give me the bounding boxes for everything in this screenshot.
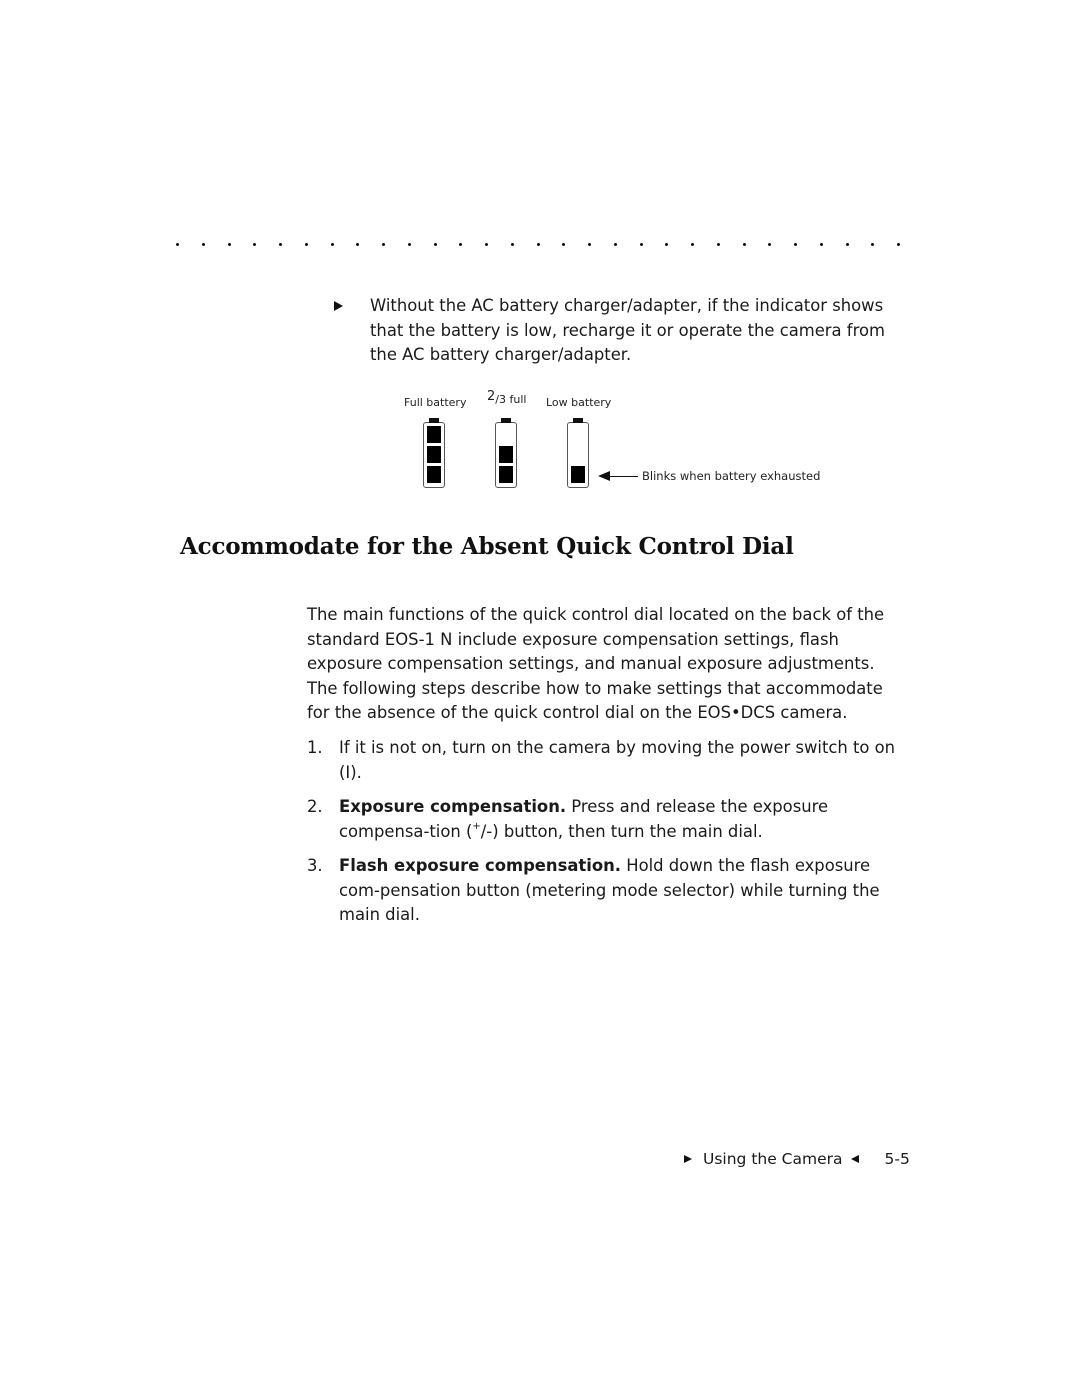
page-footer: Using the Camera 5-5 [684,1150,910,1168]
page-number: 5-5 [884,1150,910,1168]
bullet-note-text: Without the AC battery charger/adapter, … [370,296,885,364]
separator-dot [201,242,205,246]
dotted-separator [176,236,900,252]
step-item: 1. If it is not on, turn on the camera b… [307,738,896,782]
label-two-thirds-full: 2/3 full [487,389,527,406]
left-arrow-icon [598,470,638,482]
separator-dot [871,242,875,246]
separator-dot [639,242,643,246]
battery-segment [427,466,441,483]
separator-dot [356,242,360,246]
separator-dot [665,242,669,246]
battery-segment [499,466,513,483]
separator-dot [279,242,282,246]
separator-dot [742,242,746,246]
step-item: 2. Exposure compensation. Press and rele… [307,797,829,841]
step-heading: Flash exposure compensation. [339,856,622,875]
step-item: 3. Flash exposure compensation. Hold dow… [307,856,880,924]
separator-dot [536,242,540,246]
separator-dot [588,242,591,246]
battery-segment [427,446,441,463]
steps-list: 1. If it is not on, turn on the camera b… [307,736,907,938]
battery-terminal [501,418,511,423]
separator-dot [433,242,437,246]
separator-dot [176,242,179,246]
footer-section-name: Using the Camera [703,1150,843,1168]
step-heading: Exposure compensation. [339,797,567,816]
label-low-battery: Low battery [546,396,612,409]
right-triangle-icon [684,1155,692,1163]
battery-segment [499,446,513,463]
battery-segment [427,426,441,443]
battery-icon-full [423,418,445,488]
separator-dot [562,242,566,246]
separator-dot [407,242,411,246]
separator-dot [304,242,308,246]
separator-dot [845,242,849,246]
battery-callout: Blinks when battery exhausted [642,469,821,483]
battery-segment [571,466,585,483]
separator-dot [485,242,488,246]
separator-dot [510,242,514,246]
separator-dot [459,242,463,246]
separator-dot [613,242,617,246]
left-triangle-icon [850,1155,859,1163]
separator-dot [819,242,823,246]
battery-terminal [429,418,439,423]
section-intro: The main functions of the quick control … [307,605,885,722]
separator-dot [794,242,797,246]
separator-dot [227,242,231,246]
battery-terminal [573,418,583,423]
separator-dot [768,242,772,246]
label-full-battery: Full battery [404,396,467,409]
bullet-note: Without the AC battery charger/adapter, … [334,294,898,368]
separator-dot [691,242,694,246]
battery-icon-low [567,418,589,488]
battery-icon-two-thirds [495,418,517,488]
right-triangle-bullet-icon [334,301,343,311]
separator-dot [253,242,257,246]
separator-dot [897,242,900,246]
separator-dot [330,242,334,246]
separator-dot [716,242,720,246]
section-title: Accommodate for the Absent Quick Control… [180,533,794,560]
separator-dot [382,242,385,246]
